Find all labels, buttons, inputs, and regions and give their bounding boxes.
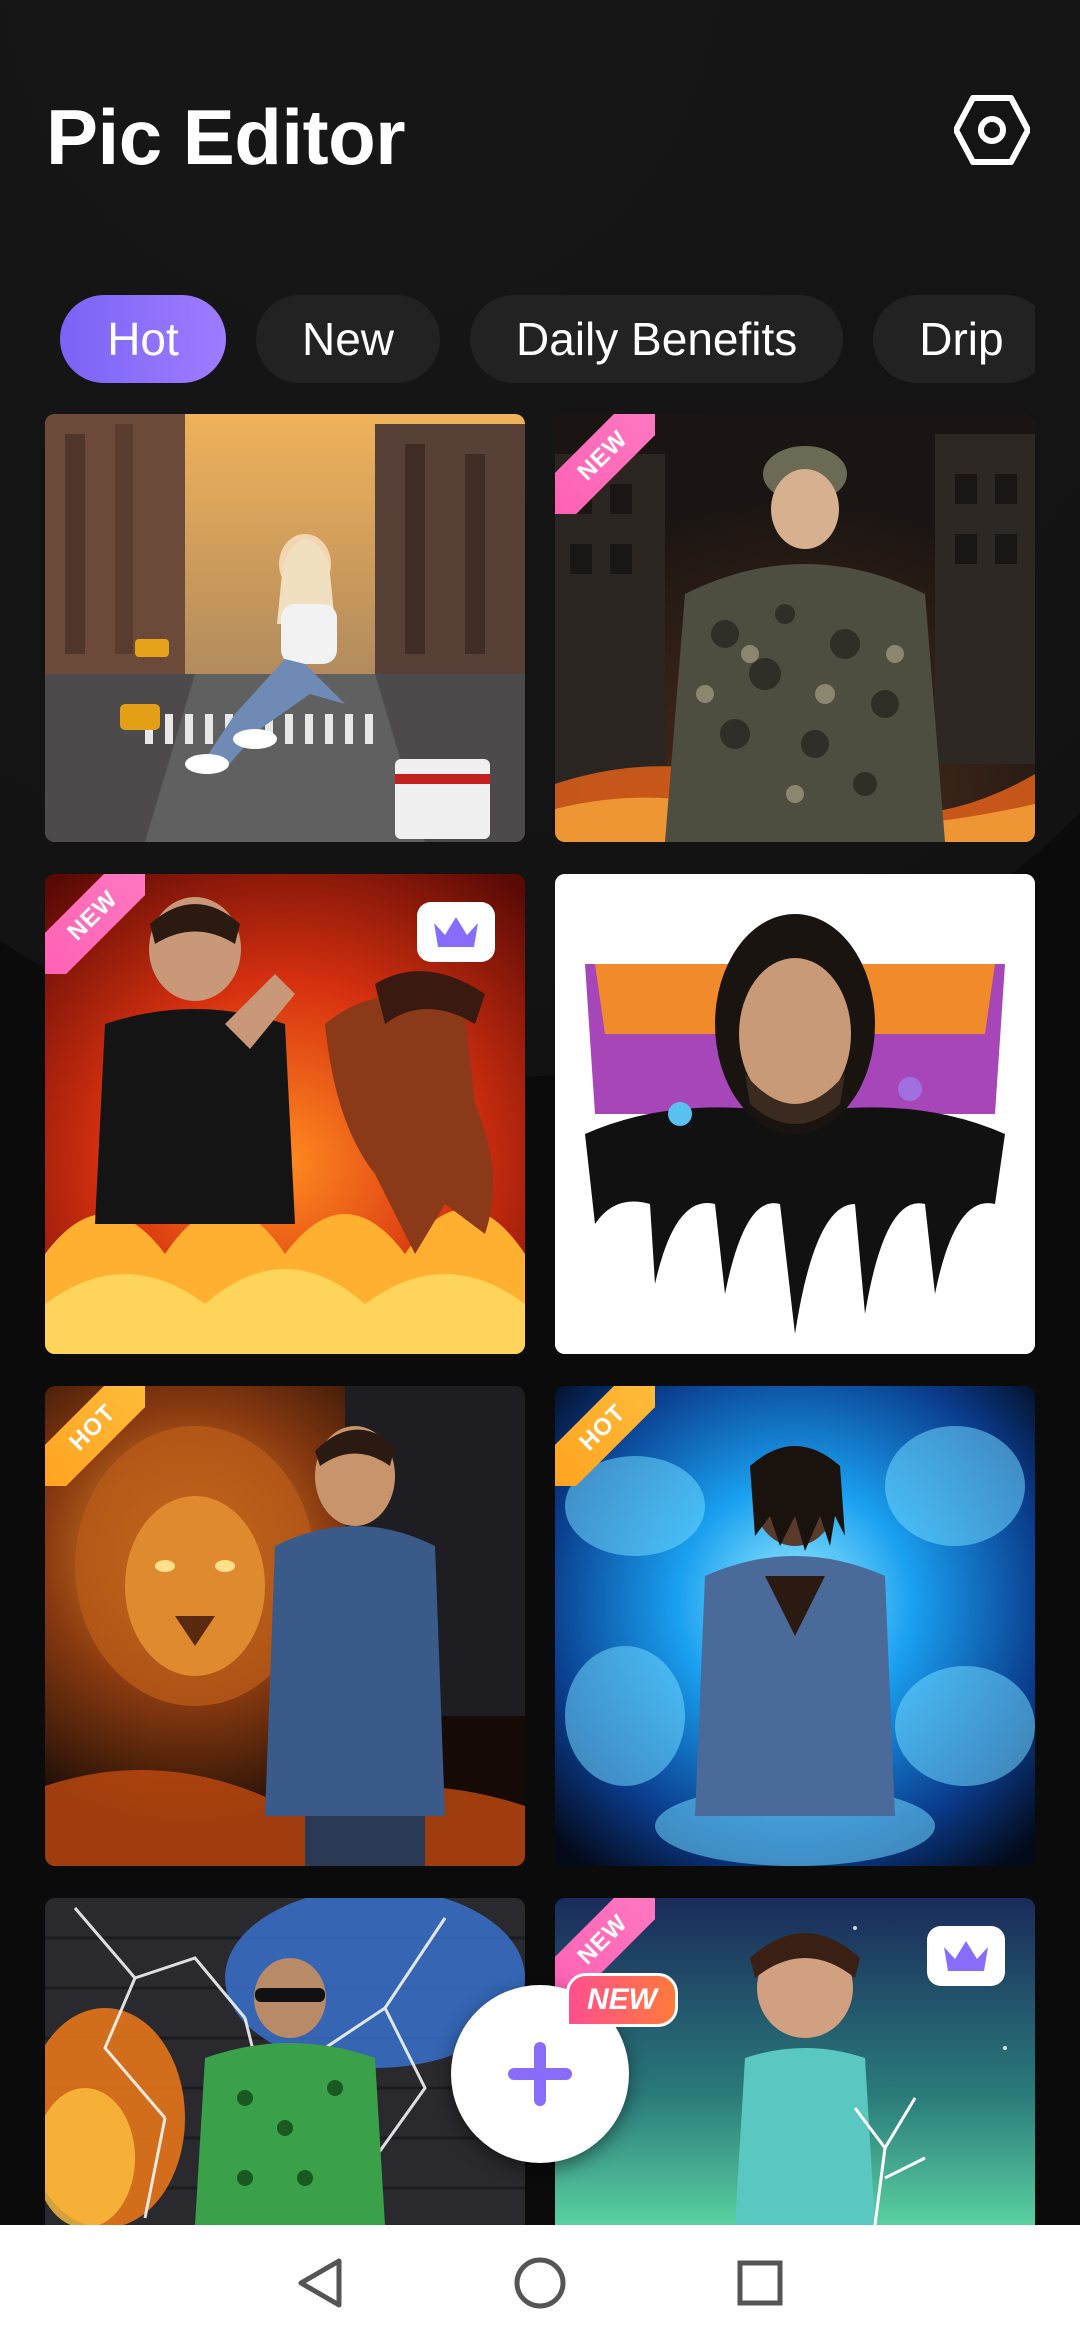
tab-hot[interactable]: Hot (60, 295, 226, 383)
premium-crown-icon (927, 1926, 1005, 1986)
tab-drip[interactable]: Drip (873, 295, 1035, 383)
premium-crown-icon (417, 902, 495, 962)
template-grid: NEW NEW HOT HOT NEW (0, 410, 1080, 2225)
new-badge: NEW (555, 414, 655, 514)
app-title: Pic Editor (46, 93, 406, 181)
template-card[interactable]: HOT (45, 1386, 525, 1866)
fab-new-badge: NEW (566, 1973, 678, 2027)
back-icon (298, 2258, 342, 2307)
header: Pic Editor (46, 92, 1034, 182)
hot-badge: HOT (45, 1386, 145, 1486)
new-badge: NEW (45, 874, 145, 974)
template-card[interactable] (45, 414, 525, 842)
pic-editor-screen: Pic Editor Hot New Daily Benefits Drip N… (0, 0, 1080, 2340)
template-card[interactable]: NEW (45, 874, 525, 1354)
category-tabs: Hot New Daily Benefits Drip (60, 295, 1035, 385)
settings-hexagon-icon (954, 95, 1030, 165)
back-button[interactable] (290, 2253, 350, 2313)
recents-icon (737, 2260, 783, 2305)
template-card[interactable] (555, 874, 1035, 1354)
tab-daily-benefits[interactable]: Daily Benefits (470, 295, 844, 383)
system-navigation-bar (0, 2225, 1080, 2340)
settings-button[interactable] (950, 88, 1034, 172)
template-image (555, 874, 1035, 1354)
home-button[interactable] (510, 2253, 570, 2313)
recents-button[interactable] (730, 2253, 790, 2313)
template-card[interactable]: HOT (555, 1386, 1035, 1866)
tab-new[interactable]: New (256, 295, 441, 383)
plus-icon (508, 2042, 572, 2106)
template-card[interactable]: NEW (555, 414, 1035, 842)
hot-badge: HOT (555, 1386, 655, 1486)
home-icon (514, 2257, 566, 2308)
template-image (45, 414, 525, 842)
